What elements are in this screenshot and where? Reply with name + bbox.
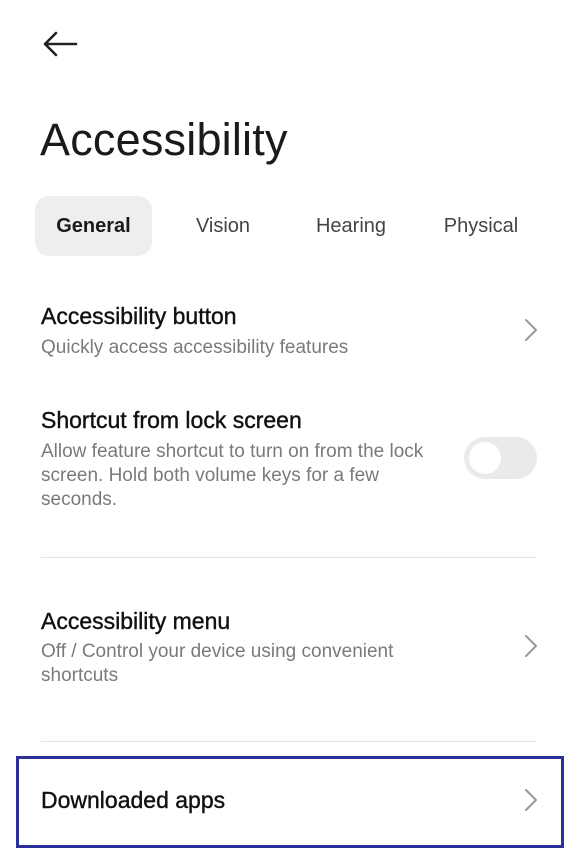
chevron-right-icon — [525, 635, 537, 657]
shortcut-lock-screen-toggle[interactable] — [464, 437, 537, 479]
chevron-right-icon — [525, 319, 537, 341]
page-title: Accessibility — [40, 114, 288, 165]
accessibility-button-row[interactable]: Accessibility button Quickly access acce… — [0, 290, 577, 374]
tab-vision[interactable]: Vision — [173, 196, 273, 256]
tab-bar: General Vision Hearing Physical — [35, 196, 555, 256]
accessibility-menu-subtitle: Off / Control your device using convenie… — [41, 641, 394, 686]
chevron-right-icon — [525, 789, 537, 811]
accessibility-button-subtitle: Quickly access accessibility features — [41, 337, 349, 358]
tab-general[interactable]: General — [35, 196, 152, 256]
divider — [41, 557, 536, 558]
tab-physical[interactable]: Physical — [431, 196, 531, 256]
arrow-left-icon — [43, 31, 78, 57]
shortcut-lock-screen-subtitle: Allow feature shortcut to turn on from t… — [41, 441, 424, 510]
downloaded-apps-row[interactable]: Downloaded apps — [0, 762, 577, 842]
toggle-knob — [469, 442, 501, 474]
tab-hearing[interactable]: Hearing — [301, 196, 401, 256]
downloaded-apps-title: Downloaded apps — [41, 787, 226, 813]
shortcut-lock-screen-title: Shortcut from lock screen — [41, 407, 302, 433]
accessibility-menu-title: Accessibility menu — [41, 608, 231, 634]
divider — [41, 741, 536, 742]
accessibility-menu-row[interactable]: Accessibility menu Off / Control your de… — [0, 594, 577, 704]
accessibility-button-title: Accessibility button — [41, 303, 237, 329]
back-button[interactable] — [38, 26, 82, 62]
